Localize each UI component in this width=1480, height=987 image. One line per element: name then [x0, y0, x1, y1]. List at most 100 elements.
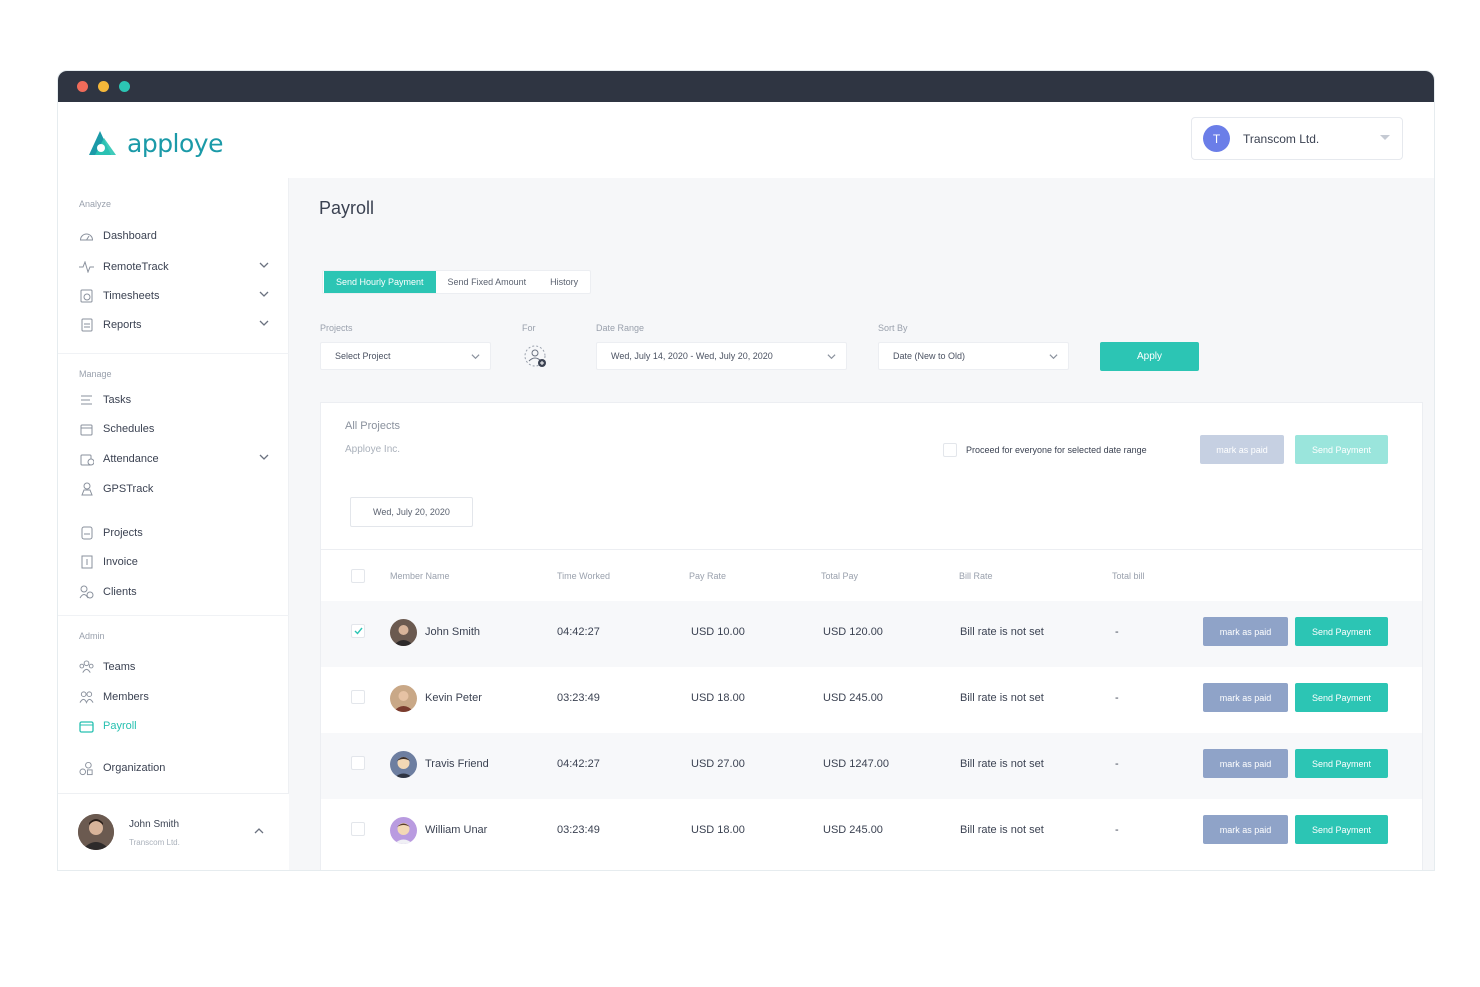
sidebar-item-members[interactable]: Members — [79, 687, 269, 707]
sidebar-item-timesheets[interactable]: Timesheets — [79, 286, 269, 306]
sidebar-item-label: Schedules — [103, 423, 155, 435]
select-all-checkbox[interactable] — [351, 569, 365, 583]
tab-history[interactable]: History — [538, 271, 590, 293]
timesheet-icon — [79, 289, 94, 304]
send-payment-button[interactable]: Send Payment — [1295, 815, 1388, 844]
header-total-pay: Total Pay — [821, 570, 859, 581]
member-picker-icon[interactable] — [523, 344, 549, 370]
date-range-picker[interactable]: Wed, July 14, 2020 - Wed, July 20, 2020 — [596, 342, 847, 370]
row-checkbox[interactable] — [351, 624, 365, 638]
minimize-window-button[interactable] — [98, 81, 109, 92]
mark-as-paid-button[interactable]: mark as paid — [1203, 815, 1288, 844]
sidebar-item-label: Organization — [103, 762, 166, 774]
dashboard-icon — [79, 229, 94, 244]
table-row: Travis Friend 04:42:27 USD 27.00 USD 124… — [321, 733, 1422, 799]
send-all-payment-button[interactable]: Send Payment — [1295, 435, 1388, 464]
table-row: William Unar 03:23:49 USD 18.00 USD 245.… — [321, 799, 1422, 865]
sidebar-item-dashboard[interactable]: Dashboard — [79, 226, 269, 246]
project-select[interactable]: Select Project — [320, 342, 491, 370]
caret-down-icon — [1380, 135, 1390, 140]
current-user-panel[interactable]: John Smith Transcom Ltd. — [58, 793, 289, 870]
proceed-all-option[interactable]: Proceed for everyone for selected date r… — [943, 443, 1147, 457]
sidebar-item-attendance[interactable]: Attendance — [79, 449, 269, 469]
maximize-window-button[interactable] — [119, 81, 130, 92]
tab-send-hourly-payment[interactable]: Send Hourly Payment — [324, 271, 436, 293]
time-worked: 04:42:27 — [557, 758, 600, 770]
chevron-down-icon[interactable] — [259, 289, 269, 299]
send-payment-button[interactable]: Send Payment — [1295, 617, 1388, 646]
sort-select-value: Date (New to Old) — [893, 351, 966, 361]
mark-as-paid-button[interactable]: mark as paid — [1203, 683, 1288, 712]
total-pay: USD 120.00 — [823, 626, 883, 638]
sidebar-item-tasks[interactable]: Tasks — [79, 390, 269, 410]
sidebar-item-label: RemoteTrack — [103, 261, 169, 273]
chevron-down-icon[interactable] — [259, 452, 269, 462]
apply-button[interactable]: Apply — [1100, 342, 1199, 371]
tab-send-fixed-amount[interactable]: Send Fixed Amount — [436, 271, 539, 293]
for-filter-label: For — [522, 323, 536, 333]
member-name: William Unar — [425, 824, 488, 836]
mark-as-paid-button[interactable]: mark as paid — [1203, 617, 1288, 646]
gps-icon — [79, 482, 94, 497]
sidebar-item-label: Timesheets — [103, 290, 160, 302]
user-company: Transcom Ltd. — [129, 838, 180, 847]
row-checkbox[interactable] — [351, 822, 365, 836]
main-content: Payroll Send Hourly Payment Send Fixed A… — [289, 178, 1434, 870]
sidebar-item-schedules[interactable]: Schedules — [79, 419, 269, 439]
sidebar-item-gpstrack[interactable]: GPSTrack — [79, 479, 269, 499]
sidebar: Analyze Dashboard RemoteTrack Timesheets… — [58, 178, 289, 870]
total-pay: USD 245.00 — [823, 824, 883, 836]
sidebar-item-label: Payroll — [103, 720, 137, 732]
sidebar-item-invoice[interactable]: Invoice — [79, 552, 269, 572]
chevron-down-icon[interactable] — [259, 318, 269, 328]
sidebar-item-organization[interactable]: Organization — [79, 758, 269, 778]
section-label-admin: Admin — [79, 631, 105, 641]
pay-rate: USD 18.00 — [691, 824, 745, 836]
row-checkbox[interactable] — [351, 690, 365, 704]
page-title: Payroll — [319, 198, 375, 218]
proceed-all-checkbox[interactable] — [943, 443, 957, 457]
sidebar-item-label: Clients — [103, 586, 137, 598]
sidebar-item-label: Tasks — [103, 394, 132, 406]
organization-name: Apploye Inc. — [345, 444, 401, 455]
sidebar-item-remotetrack[interactable]: RemoteTrack — [79, 257, 269, 277]
mark-as-paid-button[interactable]: mark as paid — [1203, 749, 1288, 778]
sidebar-divider — [58, 615, 289, 616]
sidebar-item-label: GPSTrack — [103, 483, 154, 495]
wallet-icon — [79, 719, 94, 734]
pay-rate: USD 10.00 — [691, 626, 745, 638]
proceed-all-label: Proceed for everyone for selected date r… — [966, 445, 1147, 455]
payroll-card: All Projects Apploye Inc. Proceed for ev… — [320, 402, 1423, 870]
tasks-icon — [79, 393, 94, 408]
send-payment-button[interactable]: Send Payment — [1295, 749, 1388, 778]
header-total-bill: Total bill — [1112, 570, 1145, 581]
sidebar-item-clients[interactable]: Clients — [79, 582, 269, 602]
sidebar-item-projects[interactable]: Projects — [79, 523, 269, 543]
top-header: apploye T Transcom Ltd. — [58, 102, 1434, 178]
chevron-down-icon[interactable] — [259, 260, 269, 270]
sidebar-item-reports[interactable]: Reports — [79, 315, 269, 335]
sidebar-divider — [58, 353, 289, 354]
mark-all-paid-button[interactable]: mark as paid — [1200, 435, 1284, 464]
chevron-up-icon[interactable] — [254, 826, 264, 836]
sidebar-item-teams[interactable]: Teams — [79, 657, 269, 677]
user-avatar — [78, 814, 114, 850]
close-window-button[interactable] — [77, 81, 88, 92]
date-chip[interactable]: Wed, July 20, 2020 — [350, 497, 473, 527]
user-name: John Smith — [129, 819, 180, 830]
sort-select[interactable]: Date (New to Old) — [878, 342, 1069, 370]
sidebar-item-label: Invoice — [103, 556, 138, 568]
bill-rate: Bill rate is not set — [960, 692, 1044, 704]
chevron-down-icon — [1049, 354, 1058, 360]
project-icon — [79, 526, 94, 541]
total-bill: - — [1115, 758, 1119, 770]
chevron-down-icon — [471, 354, 480, 360]
brand-logo[interactable]: apploye — [85, 128, 223, 158]
member-avatar — [390, 619, 417, 646]
row-checkbox[interactable] — [351, 756, 365, 770]
activity-icon — [79, 260, 94, 275]
sidebar-item-payroll[interactable]: Payroll — [79, 716, 269, 736]
company-switcher[interactable]: T Transcom Ltd. — [1191, 117, 1403, 160]
send-payment-button[interactable]: Send Payment — [1295, 683, 1388, 712]
payment-tabs: Send Hourly Payment Send Fixed Amount Hi… — [322, 270, 592, 294]
